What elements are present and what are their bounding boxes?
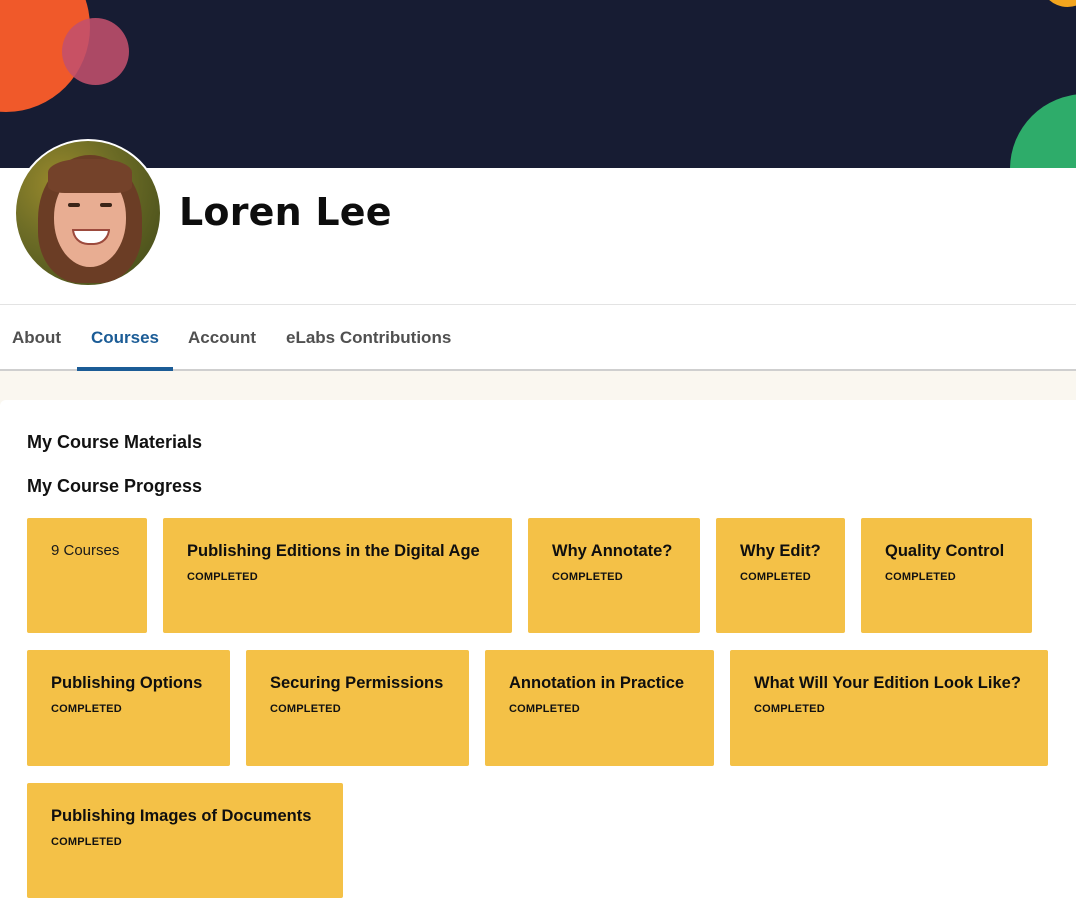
course-tile[interactable]: What Will Your Edition Look Like? COMPLE… xyxy=(730,650,1048,766)
course-status: COMPLETED xyxy=(51,836,122,848)
decorative-yellow-circle xyxy=(1040,0,1076,7)
course-tile[interactable]: Publishing Options COMPLETED xyxy=(27,650,230,766)
course-title: Why Annotate? xyxy=(552,542,673,560)
course-title: Publishing Editions in the Digital Age xyxy=(187,542,480,560)
course-count: 9 Courses xyxy=(51,542,120,559)
tab-about[interactable]: About xyxy=(12,305,61,370)
course-status: COMPLETED xyxy=(552,571,623,583)
course-tile[interactable]: Publishing Editions in the Digital Age C… xyxy=(163,518,512,633)
avatar-eye xyxy=(100,203,112,207)
tab-courses[interactable]: Courses xyxy=(77,305,173,371)
decorative-green-circle xyxy=(1010,94,1076,168)
course-status: COMPLETED xyxy=(270,703,341,715)
course-title: Quality Control xyxy=(885,542,1005,560)
profile-name: Loren Lee xyxy=(179,190,392,234)
avatar-bangs xyxy=(48,159,132,193)
course-count-tile: 9 Courses xyxy=(27,518,147,633)
profile-tabs: About Courses Account eLabs Contribution… xyxy=(0,304,1076,371)
course-title: Securing Permissions xyxy=(270,674,444,692)
course-status: COMPLETED xyxy=(509,703,580,715)
course-status: COMPLETED xyxy=(754,703,825,715)
course-title: Why Edit? xyxy=(740,542,821,560)
course-tile[interactable]: Publishing Images of Documents COMPLETED xyxy=(27,783,343,898)
course-status: COMPLETED xyxy=(885,571,956,583)
course-tile[interactable]: Why Edit? COMPLETED xyxy=(716,518,845,633)
course-title: Annotation in Practice xyxy=(509,674,685,692)
course-status: COMPLETED xyxy=(187,571,258,583)
tab-elabs-contributions[interactable]: eLabs Contributions xyxy=(286,305,451,370)
course-title: Publishing Options xyxy=(51,674,203,692)
course-status: COMPLETED xyxy=(51,703,122,715)
course-materials-heading: My Course Materials xyxy=(27,432,203,452)
tab-account[interactable]: Account xyxy=(188,305,256,370)
course-tile[interactable]: Why Annotate? COMPLETED xyxy=(528,518,700,633)
course-status: COMPLETED xyxy=(740,571,811,583)
avatar xyxy=(14,139,162,287)
course-tile[interactable]: Annotation in Practice COMPLETED xyxy=(485,650,714,766)
course-title: Publishing Images of Documents xyxy=(51,807,312,825)
course-title: What Will Your Edition Look Like? xyxy=(754,674,1021,692)
decorative-pink-circle xyxy=(62,18,129,85)
course-progress-heading: My Course Progress xyxy=(27,476,203,496)
profile-banner xyxy=(0,0,1076,168)
avatar-eye xyxy=(68,203,80,207)
course-tile[interactable]: Securing Permissions COMPLETED xyxy=(246,650,469,766)
course-tile[interactable]: Quality Control COMPLETED xyxy=(861,518,1032,633)
